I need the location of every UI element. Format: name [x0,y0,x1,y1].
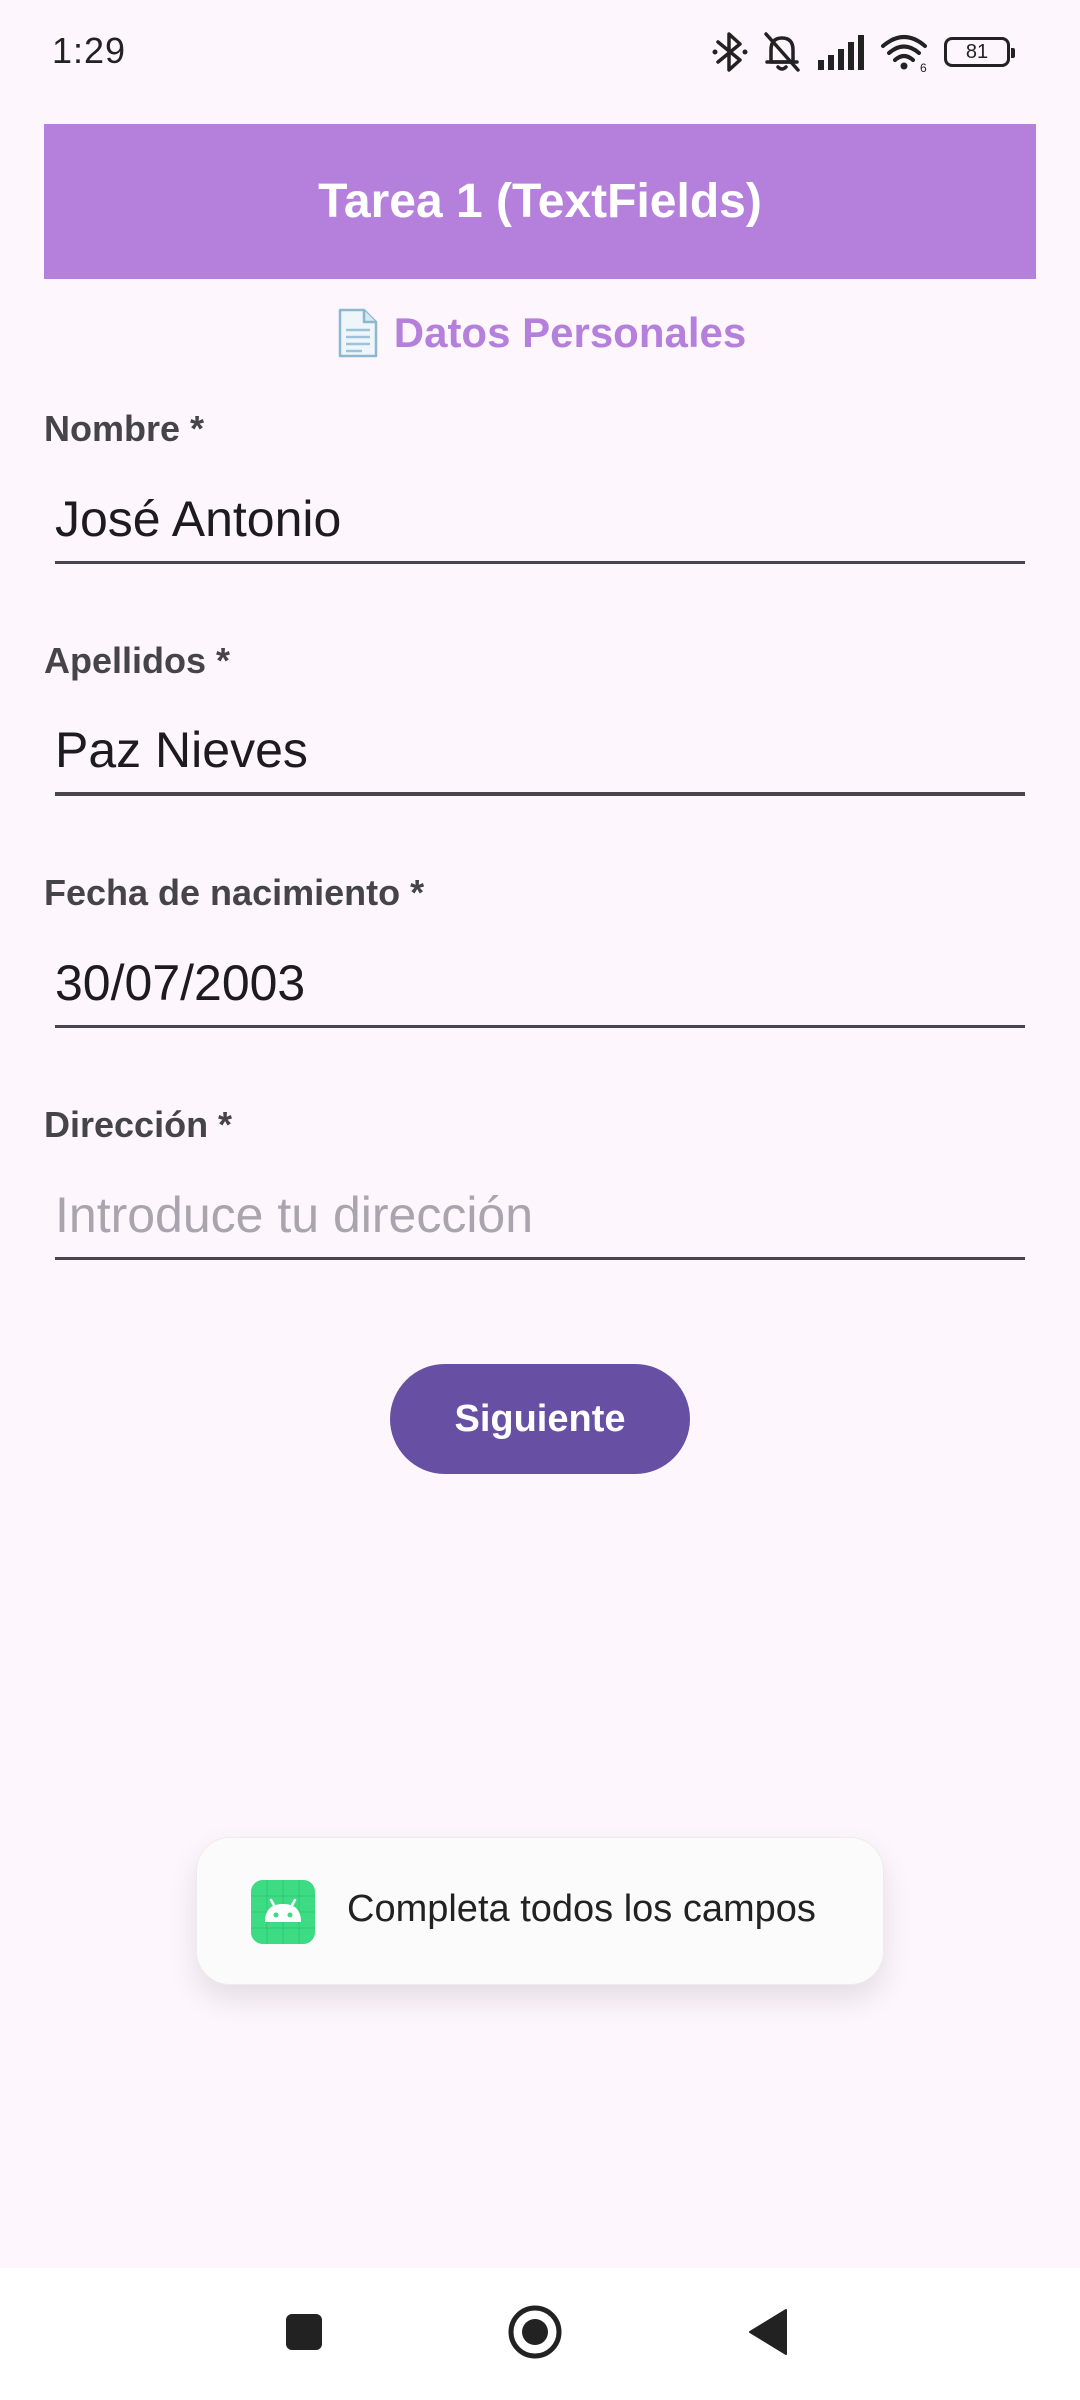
section-title: Datos Personales [393,309,747,356]
status-bar: 1:29 6 81 [0,0,1080,108]
direccion-input[interactable] [55,1172,1025,1260]
signal-icon [816,30,866,74]
app-title: Tarea 1 (TextFields) [318,175,762,228]
svg-text:6: 6 [920,61,927,74]
siguiente-button[interactable]: Siguiente [390,1364,690,1474]
app-screen: 1:29 6 81 Tarea 1 (TextFields) Datos Per… [0,0,1080,2400]
recents-button[interactable] [244,2268,364,2400]
home-button[interactable] [475,2268,595,2400]
field-label: Dirección * [44,1104,233,1145]
android-app-icon [251,1880,315,1944]
bell-off-icon [762,30,802,74]
back-icon [746,2308,790,2361]
document-icon [334,308,380,358]
toast-text: Completa todos los campos [347,1888,816,1930]
wifi-icon: 6 [880,30,930,74]
back-button[interactable] [708,2268,828,2400]
battery-icon: 81 [944,37,1015,67]
apellidos-input[interactable] [55,708,1025,796]
field-label: Apellidos * [44,640,231,681]
toast-message: Completa todos los campos [196,1837,884,1985]
status-icons: 6 81 [712,30,1015,74]
nombre-input[interactable] [55,476,1025,564]
home-icon [507,2304,563,2365]
fecha-nacimiento-input[interactable] [55,940,1025,1028]
field-label: Nombre * [44,408,205,449]
bluetooth-icon [712,30,748,74]
status-time: 1:29 [52,30,127,71]
section-heading: Datos Personales [0,300,1080,366]
navigation-bar [0,2268,1080,2400]
field-label: Fecha de nacimiento * [44,872,425,913]
recents-icon [284,2312,324,2357]
app-bar: Tarea 1 (TextFields) [44,124,1036,279]
battery-level: 81 [965,40,989,63]
